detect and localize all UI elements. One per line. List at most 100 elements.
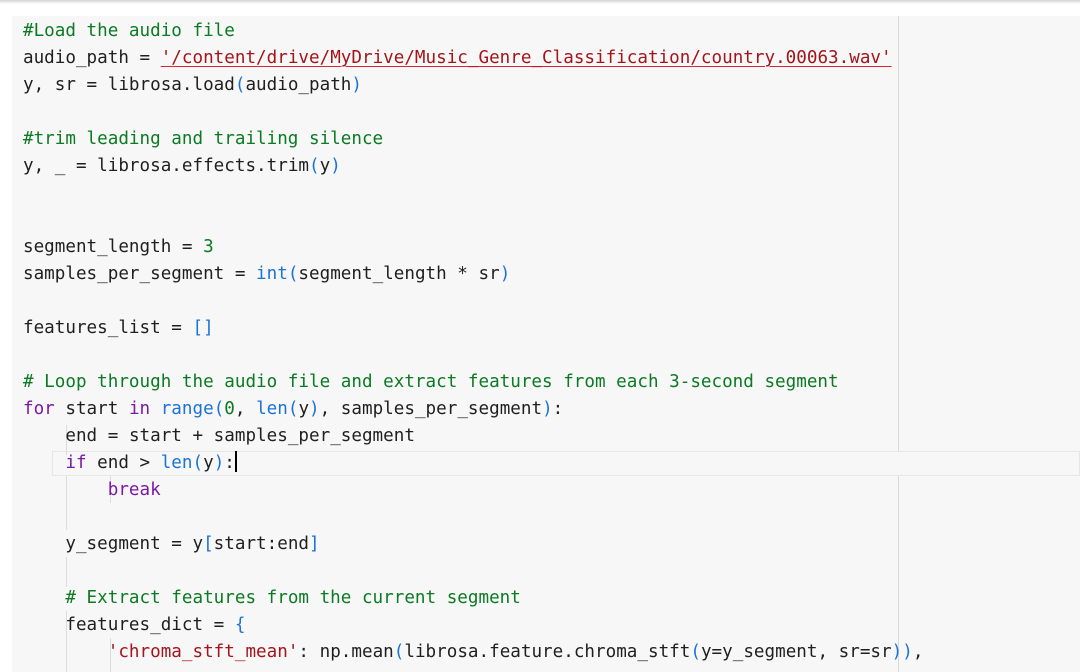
- code-bracket: ): [351, 75, 362, 95]
- code-bracket: ): [213, 453, 225, 473]
- code-token: segment_length: [23, 237, 172, 257]
- code-line[interactable]: audio_path = '/content/drive/MyDrive/Mus…: [23, 45, 892, 72]
- code-operator: =: [128, 48, 161, 68]
- code-token: y: [192, 534, 204, 554]
- code-number: 3: [203, 237, 214, 257]
- text-cursor: [234, 451, 237, 472]
- code-token: y_segment: [23, 534, 161, 554]
- code-token: librosa.effects.trim: [97, 156, 310, 176]
- indent-guide: [66, 557, 67, 587]
- code-bracket: ): [330, 156, 341, 176]
- code-operator: =: [171, 237, 204, 257]
- code-bracket: (: [234, 75, 246, 95]
- code-token: ,: [234, 399, 257, 419]
- code-line[interactable]: for start in range(0, len(y), samples_pe…: [23, 396, 563, 423]
- code-token: end: [23, 426, 98, 446]
- code-line[interactable]: features_list = []: [23, 315, 214, 342]
- code-keyword: break: [107, 480, 161, 500]
- code-token: y=y_segment, sr=sr: [700, 642, 892, 662]
- code-operator: =: [160, 534, 193, 554]
- code-keyword: in: [128, 399, 151, 419]
- code-token: features_list: [23, 318, 161, 338]
- notebook-view: { "cell": { "language": "python", "lines…: [0, 0, 1080, 672]
- code-bracket: (: [393, 642, 405, 662]
- code-bracket: (: [287, 399, 299, 419]
- code-token: y: [203, 453, 214, 473]
- code-keyword: for: [23, 399, 55, 419]
- code-token: : np.mean: [298, 642, 394, 662]
- code-token: :: [224, 453, 235, 473]
- code-bracket: (: [213, 399, 225, 419]
- code-builtin: len: [256, 399, 288, 419]
- code-bracket: ]: [309, 534, 320, 554]
- code-token: y, _: [23, 156, 66, 176]
- code-line[interactable]: if end > len(y):: [23, 450, 237, 477]
- code-bracket: ): [309, 399, 320, 419]
- code-operator: =: [203, 615, 235, 635]
- code-line[interactable]: #trim leading and trailing silence: [23, 126, 383, 153]
- code-bracket: ): [891, 642, 903, 662]
- code-comment: # Extract features from the current segm…: [65, 588, 521, 608]
- code-token: librosa.feature.chroma_stft: [404, 642, 691, 662]
- code-token: segment_length: [298, 264, 447, 284]
- code-operator: =: [224, 264, 257, 284]
- code-comment: #Load the audio file: [23, 21, 235, 41]
- code-bracket: [: [203, 534, 214, 554]
- code-line[interactable]: #Load the audio file: [23, 18, 235, 45]
- code-token: y, sr: [23, 75, 76, 95]
- code-token: , samples_per_segment: [319, 399, 543, 419]
- line-length-ruler: [898, 16, 899, 672]
- code-token: ,: [912, 642, 924, 662]
- code-builtin: int: [256, 264, 288, 284]
- code-builtin: len: [160, 453, 193, 473]
- code-keyword: if: [65, 453, 87, 473]
- code-token: sr: [478, 264, 500, 284]
- code-token: y: [298, 399, 310, 419]
- code-line[interactable]: # Loop through the audio file and extrac…: [23, 369, 839, 396]
- code-token: librosa.load: [107, 75, 235, 95]
- code-operator: =: [97, 426, 129, 446]
- code-bracket: ): [542, 399, 553, 419]
- code-number: 0: [224, 399, 235, 419]
- code-line[interactable]: y, _ = librosa.effects.trim(y): [23, 153, 341, 180]
- code-token: audio_path: [245, 75, 352, 95]
- code-token: audio_path: [23, 48, 129, 68]
- code-line[interactable]: end = start + samples_per_segment: [23, 423, 415, 450]
- code-bracket: (: [287, 264, 299, 284]
- code-line[interactable]: # Extract features from the current segm…: [23, 585, 521, 612]
- code-line[interactable]: features_dict = {: [23, 612, 245, 639]
- code-operator: =: [75, 75, 108, 95]
- code-string: '/content/drive/MyDrive/Music_Genre_Clas…: [160, 48, 892, 68]
- toolbar-shadow: [0, 0, 1080, 4]
- code-line[interactable]: segment_length = 3: [23, 234, 214, 261]
- code-token: start + samples_per_segment: [128, 426, 415, 446]
- code-line[interactable]: 'chroma_stft_mean': np.mean(librosa.feat…: [23, 639, 924, 666]
- code-line[interactable]: samples_per_segment = int(segment_length…: [23, 261, 510, 288]
- code-operator: *: [446, 264, 479, 284]
- code-line[interactable]: break: [23, 477, 161, 504]
- code-token: samples_per_segment: [23, 264, 225, 284]
- code-bracket: {: [234, 615, 246, 635]
- code-operator: =: [160, 318, 193, 338]
- code-token: end >: [86, 453, 161, 473]
- code-bracket: []: [192, 318, 214, 338]
- code-line[interactable]: y_segment = y[start:end]: [23, 531, 320, 558]
- code-comment: # Loop through the audio file and extrac…: [23, 372, 839, 392]
- code-token: features_dict: [23, 615, 204, 635]
- code-bracket: ): [902, 642, 913, 662]
- code-bracket: (: [192, 453, 204, 473]
- code-operator: =: [65, 156, 98, 176]
- code-line[interactable]: y, sr = librosa.load(audio_path): [23, 72, 362, 99]
- code-token: start:end: [213, 534, 310, 554]
- code-comment: #trim leading and trailing silence: [23, 129, 384, 149]
- code-token: :: [552, 399, 564, 419]
- code-bracket: ): [499, 264, 511, 284]
- code-cell[interactable]: [12, 16, 1080, 672]
- code-token: start: [54, 399, 129, 419]
- code-bracket: (: [690, 642, 701, 662]
